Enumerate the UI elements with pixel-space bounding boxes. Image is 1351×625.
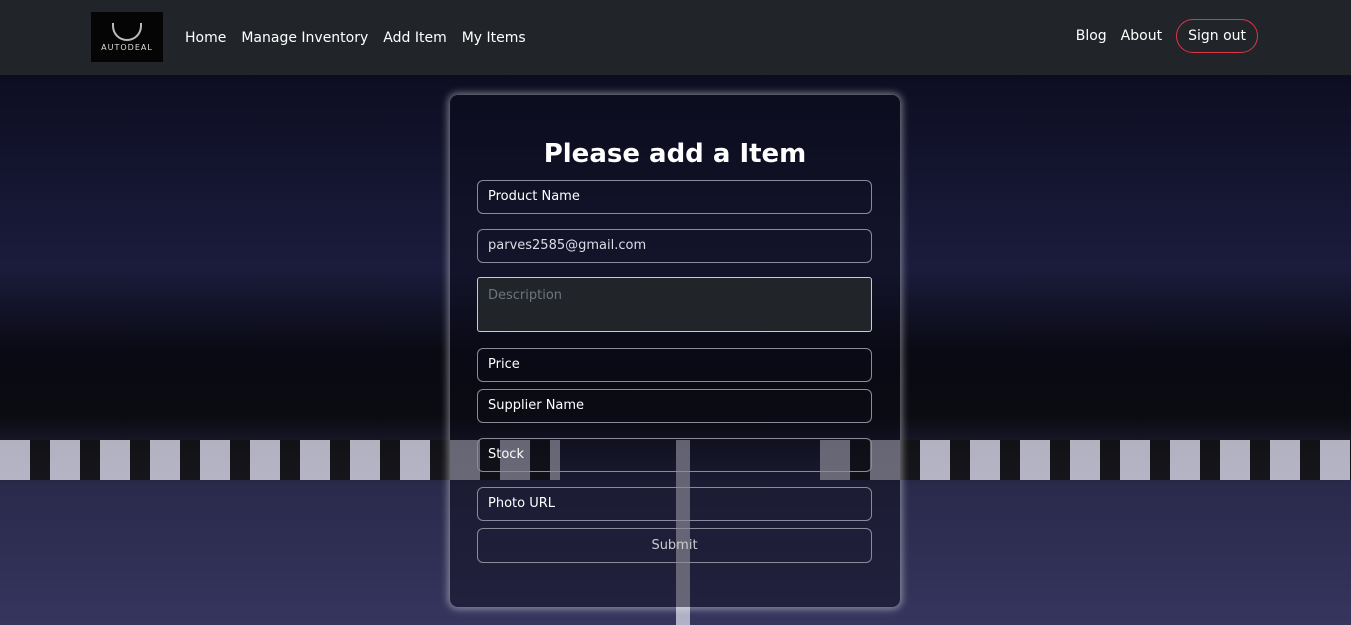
stock-input[interactable]: Stock xyxy=(477,438,872,472)
submit-button[interactable]: Submit xyxy=(477,528,872,563)
car-shield-icon xyxy=(112,22,142,41)
nav-about[interactable]: About xyxy=(1121,28,1162,44)
add-item-form: Please add a Item Product Name parves258… xyxy=(450,95,900,607)
photo-url-input[interactable]: Photo URL xyxy=(477,487,872,521)
nav-add-item[interactable]: Add Item xyxy=(383,30,446,46)
product-name-input[interactable]: Product Name xyxy=(477,180,872,214)
form-title: Please add a Item xyxy=(543,139,807,169)
navbar: AUTODEAL Home Manage Inventory Add Item … xyxy=(0,0,1351,75)
price-input[interactable]: Price xyxy=(477,348,872,382)
description-textarea[interactable]: Description xyxy=(477,277,872,332)
supplier-name-input[interactable]: Supplier Name xyxy=(477,389,872,423)
nav-home[interactable]: Home xyxy=(185,30,226,46)
nav-manage-inventory[interactable]: Manage Inventory xyxy=(241,30,368,46)
sign-out-button[interactable]: Sign out xyxy=(1176,19,1258,53)
email-input[interactable]: parves2585@gmail.com xyxy=(477,229,872,263)
logo[interactable]: AUTODEAL xyxy=(91,12,163,62)
nav-my-items[interactable]: My Items xyxy=(462,30,526,46)
nav-blog[interactable]: Blog xyxy=(1076,28,1107,44)
